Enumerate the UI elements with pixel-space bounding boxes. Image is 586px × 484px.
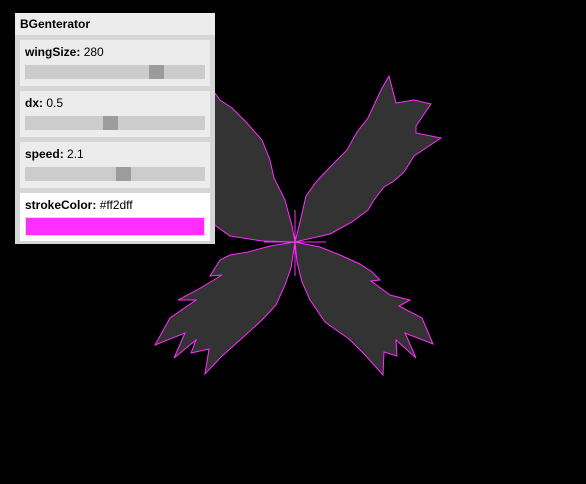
strokecolor-label: strokeColor — [25, 198, 93, 212]
wingsize-slider-handle[interactable] — [149, 65, 164, 79]
wingsize-slider[interactable] — [25, 65, 205, 79]
wingsize-label: wingSize — [25, 45, 77, 59]
strokecolor-value: #ff2dff — [99, 198, 133, 212]
dx-control: dx: 0.5 — [20, 91, 210, 137]
controls-panel: BGenterator wingSize: 280 dx: 0.5 speed:… — [15, 13, 215, 244]
strokecolor-control: strokeColor: #ff2dff — [20, 193, 210, 241]
top-right-wing — [294, 74, 443, 243]
wingsize-control: wingSize: 280 — [20, 40, 210, 86]
speed-label: speed — [25, 147, 60, 161]
dx-slider[interactable] — [25, 116, 205, 130]
panel-title: BGenterator — [15, 13, 215, 35]
speed-slider-handle[interactable] — [116, 167, 131, 181]
dx-value: 0.5 — [46, 96, 64, 110]
bottom-left-wing — [153, 241, 296, 376]
dx-slider-handle[interactable] — [103, 116, 118, 130]
speed-slider[interactable] — [25, 167, 205, 181]
wingsize-value: 280 — [83, 45, 104, 59]
dx-label: dx — [25, 96, 40, 110]
speed-control: speed: 2.1 — [20, 142, 210, 188]
speed-value: 2.1 — [67, 147, 84, 161]
bottom-right-wing — [294, 241, 434, 377]
strokecolor-swatch[interactable] — [25, 217, 205, 236]
